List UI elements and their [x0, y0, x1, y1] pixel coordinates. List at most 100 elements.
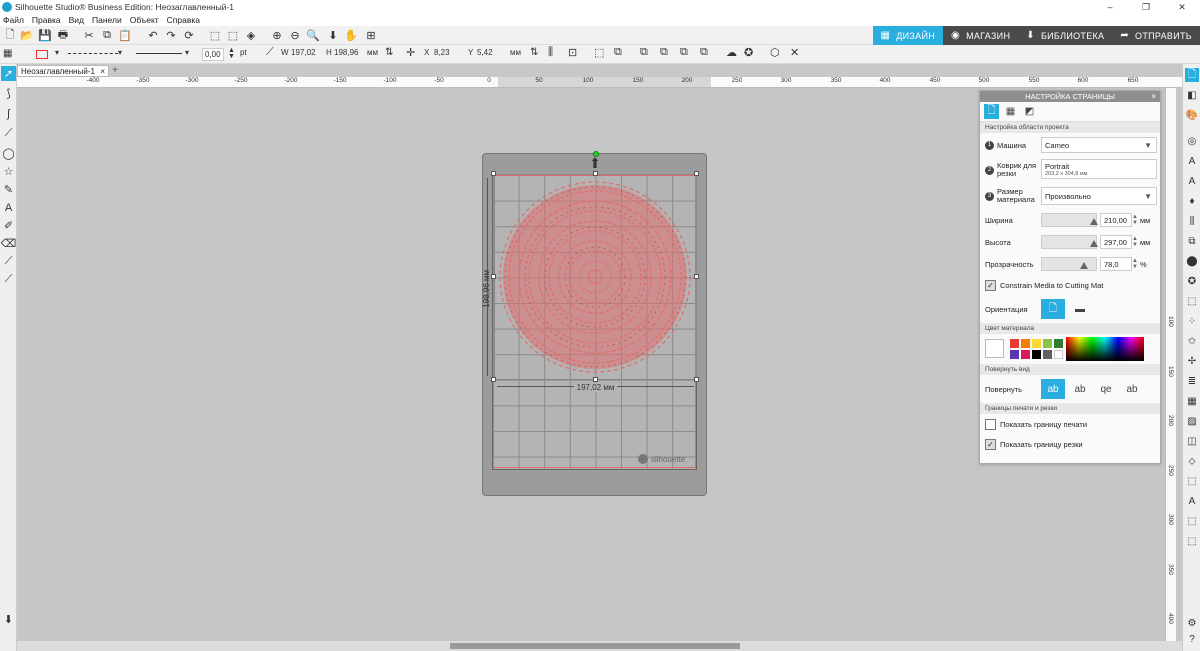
resize-handle[interactable]: [694, 377, 699, 382]
group-icon[interactable]: ⬚: [594, 46, 604, 59]
send-panel-icon[interactable]: ⬦: [1185, 454, 1199, 468]
print-icon[interactable]: 🖶: [56, 28, 70, 42]
knife-tool-icon[interactable]: ⟋: [1, 254, 16, 269]
delete-icon[interactable]: ✕: [790, 46, 799, 59]
show-print-checkbox[interactable]: [985, 418, 996, 430]
fill-pattern-panel-icon[interactable]: ▨: [1185, 414, 1199, 428]
color-swatch[interactable]: [1032, 350, 1041, 359]
puzzle-icon[interactable]: ✢: [1185, 354, 1199, 368]
center-icon[interactable]: ⊡: [568, 46, 577, 59]
cut-icon[interactable]: ✂: [82, 28, 96, 42]
color-swatch[interactable]: [1021, 350, 1030, 359]
color-swatch[interactable]: [1010, 350, 1019, 359]
offset-panel-icon[interactable]: ✪: [1185, 274, 1199, 288]
minimize-button[interactable]: –: [1092, 0, 1128, 14]
deselect-icon[interactable]: ⬚: [226, 28, 240, 42]
rotate-90-icon[interactable]: ab: [1068, 379, 1092, 399]
current-color-swatch[interactable]: [985, 339, 1004, 358]
knife-panel-icon[interactable]: ⬚: [1185, 534, 1199, 548]
position-lock-icon[interactable]: ⇅: [530, 47, 538, 58]
page-tab-icon[interactable]: 🗋: [984, 104, 999, 119]
zoom-area-icon[interactable]: 🔍: [306, 28, 320, 42]
fit-to-page-icon[interactable]: ⬇: [326, 28, 340, 42]
offset-icon[interactable]: ✪: [744, 46, 753, 59]
rotate-180-icon[interactable]: qe: [1094, 379, 1118, 399]
constrain-checkbox[interactable]: ✓: [985, 279, 996, 291]
font-icon[interactable]: A: [1185, 494, 1199, 508]
settings-gear-icon[interactable]: ⚙: [1185, 616, 1199, 630]
color-swatch[interactable]: [1043, 350, 1052, 359]
library-panel-icon[interactable]: ◫: [1185, 434, 1199, 448]
undo-icon[interactable]: ↶: [146, 28, 160, 42]
transform-icon[interactable]: ◧: [1185, 88, 1199, 102]
eraser-tool-icon[interactable]: ⌫: [1, 236, 17, 251]
page-setup-icon[interactable]: 🗋: [1185, 68, 1199, 82]
layers-icon[interactable]: ≣: [1185, 374, 1199, 388]
polygon-tool-icon[interactable]: ☆: [1, 164, 16, 179]
portrait-orientation-icon[interactable]: 🗋: [1041, 299, 1065, 319]
pan-hand-icon[interactable]: ✋: [344, 28, 358, 42]
machine-select[interactable]: Cameo ▼: [1041, 137, 1157, 153]
select-all-icon[interactable]: ⬚: [208, 28, 222, 42]
zoom-fit-icon[interactable]: ⊞: [364, 28, 378, 42]
resize-handle[interactable]: [491, 171, 496, 176]
tab-send[interactable]: ➦ ОТПРАВИТЬ: [1112, 26, 1200, 45]
tab-design[interactable]: ▦ ДИЗАЙН: [872, 26, 944, 45]
resize-handle[interactable]: [694, 171, 699, 176]
tab-library[interactable]: ⬇ БИБЛИОТЕКА: [1018, 26, 1113, 45]
lock-aspect-icon[interactable]: ⇅: [385, 47, 393, 58]
menu-object[interactable]: Объект: [130, 15, 159, 25]
color-swatch[interactable]: [1043, 339, 1052, 348]
import-icon[interactable]: ⬇: [1, 612, 16, 627]
color-spectrum-picker[interactable]: [1066, 337, 1144, 361]
tab-store[interactable]: ◉ МАГАЗИН: [943, 26, 1019, 45]
media-size-select[interactable]: Произвольно ▼: [1041, 187, 1157, 205]
height-input[interactable]: 198,96: [334, 48, 358, 57]
resize-handle[interactable]: [491, 274, 496, 279]
transparency-input[interactable]: 78,0: [1100, 257, 1132, 271]
send-to-back-icon[interactable]: ⧉: [700, 46, 708, 59]
open-file-icon[interactable]: 📂: [20, 28, 34, 42]
fill-color-icon[interactable]: 🎨: [1185, 108, 1199, 122]
scrollbar-thumb[interactable]: [450, 643, 740, 649]
menu-file[interactable]: Файл: [3, 15, 24, 25]
line-width-input[interactable]: 0,00: [202, 48, 224, 61]
height-slider[interactable]: [1041, 235, 1098, 249]
text-tool-icon[interactable]: A: [1, 200, 16, 215]
rotate-270-icon[interactable]: ab: [1120, 379, 1144, 399]
line-style-select[interactable]: [68, 53, 118, 54]
color-swatch[interactable]: [1054, 339, 1063, 348]
modify-panel-icon[interactable]: ⬤: [1185, 254, 1199, 268]
width-input[interactable]: 210,00: [1100, 213, 1132, 227]
panel-close-button[interactable]: ×: [1151, 92, 1156, 101]
draw-tool-icon[interactable]: ✐: [1, 218, 16, 233]
y-input[interactable]: 5,42: [477, 48, 493, 57]
menu-panels[interactable]: Панели: [92, 15, 122, 25]
registration-tab-icon[interactable]: ◩: [1022, 104, 1037, 119]
transparency-spinner[interactable]: ▲ ▼: [1132, 258, 1138, 270]
menu-edit[interactable]: Правка: [32, 15, 61, 25]
fill-pattern-icon[interactable]: ▦: [3, 48, 12, 59]
replicate-panel-icon[interactable]: ⧉: [1185, 234, 1199, 248]
line-weight-select[interactable]: [136, 53, 182, 54]
star-panel-icon[interactable]: ✩: [1185, 334, 1199, 348]
color-swatch[interactable]: [1010, 339, 1019, 348]
chevron-down-icon[interactable]: ▾: [55, 48, 59, 57]
chevron-down-icon[interactable]: ▾: [118, 48, 122, 57]
new-file-icon[interactable]: 🗋: [3, 28, 17, 42]
transparency-slider[interactable]: [1041, 257, 1097, 271]
replicate-icon[interactable]: ⬡: [770, 46, 780, 59]
x-input[interactable]: 8,23: [434, 48, 450, 57]
bring-forward-icon[interactable]: ⧉: [640, 46, 648, 59]
text-style-icon[interactable]: A: [1185, 154, 1199, 168]
line-width-spinner[interactable]: ▲ ▼: [228, 47, 235, 60]
send-backward-icon[interactable]: ⧉: [660, 46, 668, 59]
rhinestone-icon[interactable]: ⁘: [1185, 314, 1199, 328]
text-path-icon[interactable]: A: [1185, 174, 1199, 188]
slider-knob[interactable]: [1090, 218, 1098, 225]
sketch-icon[interactable]: ♦: [1185, 194, 1199, 208]
menu-view[interactable]: Вид: [69, 15, 84, 25]
width-spinner[interactable]: ▲ ▼: [1132, 214, 1138, 226]
select-tool-icon[interactable]: ➚: [1, 66, 16, 81]
show-cut-checkbox[interactable]: ✓: [985, 438, 996, 450]
